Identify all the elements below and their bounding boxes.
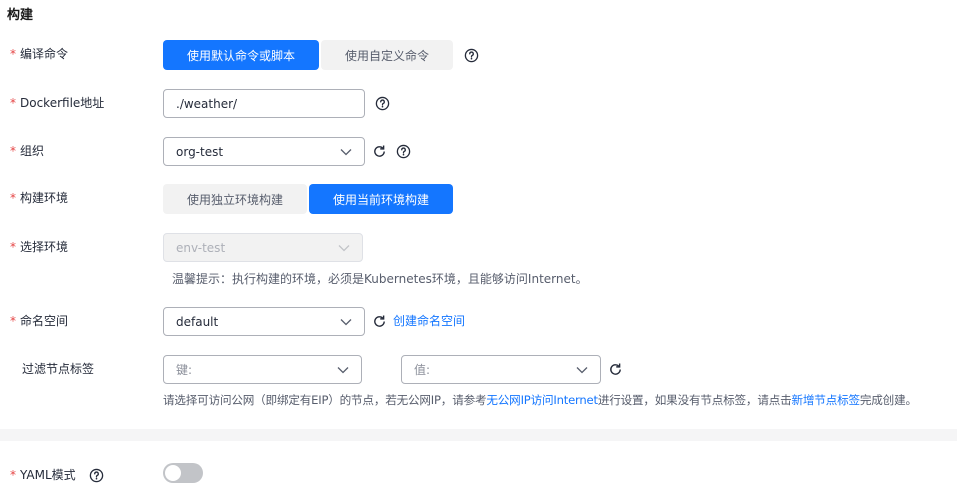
required-mark: * — [10, 96, 16, 110]
chevron-down-icon — [340, 146, 352, 158]
value-placeholder: 值: — [414, 363, 431, 377]
help-icon[interactable] — [374, 95, 390, 111]
hint-prefix: 请选择可访问公网（即绑定有EIP）的节点，若无公网IP，请参考 — [163, 393, 487, 407]
build-env-label-text: 构建环境 — [20, 191, 69, 205]
env-hint: 温馨提示：执行构建的环境，必须是Kubernetes环境，且能够访问Intern… — [172, 272, 588, 286]
refresh-icon[interactable] — [371, 313, 387, 329]
org-select-value: org-test — [176, 144, 224, 159]
independent-env-button[interactable]: 使用独立环境构建 — [163, 184, 307, 214]
required-mark: * — [10, 240, 16, 254]
select-env-label: * 选择环境 — [10, 239, 68, 255]
yaml-mode-toggle[interactable] — [163, 463, 203, 483]
hint-suffix: 完成创建。 — [859, 393, 917, 407]
node-label-label: 过滤节点标签 — [22, 361, 94, 377]
org-select[interactable]: org-test — [163, 137, 365, 166]
key-placeholder: 键: — [176, 363, 193, 377]
custom-command-button[interactable]: 使用自定义命令 — [321, 40, 453, 70]
chevron-down-icon — [340, 316, 352, 328]
namespace-select-value: default — [176, 314, 219, 329]
namespace-label-text: 命名空间 — [20, 314, 69, 328]
default-command-button[interactable]: 使用默认命令或脚本 — [163, 40, 319, 70]
namespace-select[interactable]: default — [163, 307, 365, 336]
chevron-down-icon — [576, 364, 588, 376]
node-label-value-select[interactable]: 值: — [401, 355, 601, 384]
dockerfile-label-text: Dockerfile地址 — [20, 96, 105, 110]
toggle-knob — [165, 465, 181, 481]
section-divider — [0, 429, 957, 441]
org-label: * 组织 — [10, 143, 44, 159]
compile-cmd-label: * 编译命令 — [10, 46, 68, 62]
hint-middle: 进行设置，如果没有节点标签，请点击 — [597, 393, 792, 407]
chevron-down-icon — [337, 364, 349, 376]
build-env-label: * 构建环境 — [10, 190, 68, 206]
current-env-button[interactable]: 使用当前环境构建 — [309, 184, 453, 214]
select-env-label-text: 选择环境 — [20, 240, 69, 254]
env-select: env-test — [163, 233, 363, 262]
help-icon[interactable] — [395, 143, 411, 159]
required-mark: * — [10, 468, 16, 482]
refresh-icon[interactable] — [371, 143, 387, 159]
yaml-mode-label-text: YAML模式 — [20, 468, 76, 482]
dockerfile-input[interactable]: ./weather/ — [163, 89, 365, 118]
required-mark: * — [10, 144, 16, 158]
env-select-value: env-test — [176, 240, 226, 255]
required-mark: * — [10, 191, 16, 205]
help-icon[interactable] — [88, 467, 104, 483]
namespace-label: * 命名空间 — [10, 313, 68, 329]
required-mark: * — [10, 47, 16, 61]
section-title: 构建 — [7, 8, 34, 23]
org-label-text: 组织 — [20, 144, 45, 158]
dockerfile-input-value: ./weather/ — [176, 96, 238, 111]
yaml-mode-label: * YAML模式 — [10, 467, 76, 483]
no-public-ip-link[interactable]: 无公网IP访问Internet — [486, 393, 598, 407]
compile-cmd-label-text: 编译命令 — [20, 47, 69, 61]
help-icon[interactable] — [463, 47, 479, 63]
chevron-down-icon — [338, 242, 350, 254]
node-label-hint: 请选择可访问公网（即绑定有EIP）的节点，若无公网IP，请参考无公网IP访问In… — [163, 392, 917, 408]
refresh-icon[interactable] — [607, 361, 623, 377]
create-namespace-link[interactable]: 创建命名空间 — [393, 312, 465, 329]
node-label-key-select[interactable]: 键: — [163, 355, 362, 384]
add-node-label-link[interactable]: 新增节点标签 — [792, 393, 861, 407]
node-label-label-text: 过滤节点标签 — [22, 362, 95, 376]
required-mark: * — [10, 314, 16, 328]
dockerfile-label: * Dockerfile地址 — [10, 95, 104, 111]
